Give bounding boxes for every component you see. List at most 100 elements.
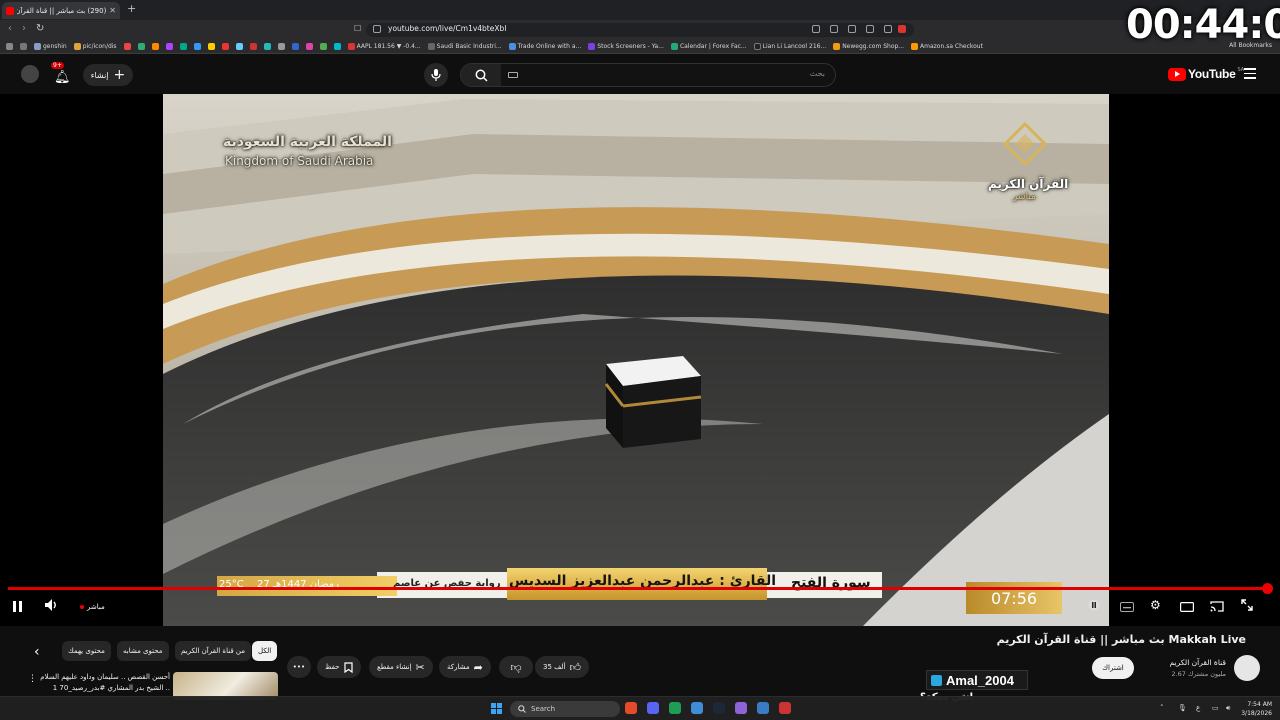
back-icon[interactable]: ‹ [8,23,12,34]
suggested-video-title[interactable]: أحسن القصص .. سليمان وداود عليهم السلام … [36,672,170,696]
bookmark-item[interactable] [165,43,173,50]
subscribe-button[interactable]: اشتراك [1092,657,1134,679]
search-input[interactable]: بحث [810,69,825,78]
channel-name[interactable]: قناة القرآن الكريم [1170,658,1226,667]
app-icon[interactable] [669,702,681,714]
live-indicator[interactable]: مباشر [80,603,105,611]
translate-icon[interactable] [830,25,838,33]
close-tab-icon[interactable]: ✕ [109,6,116,15]
share-button[interactable]: مشاركة ➦ [439,656,491,678]
create-button[interactable]: إنشاء + [83,64,133,86]
clip-button[interactable]: إنشاء مقطع ✂︎ [369,656,433,678]
bookmark-item[interactable] [305,43,313,50]
language-tray-icon[interactable]: ع [1196,704,1200,712]
bookmark-item[interactable]: Stock Screeners - Ya... [588,43,664,50]
channel-avatar[interactable] [1234,655,1260,681]
apps-icon[interactable] [6,43,13,50]
bookmark-item[interactable] [249,43,257,50]
fullscreen-icon[interactable] [1241,599,1253,614]
bookmark-item[interactable] [137,43,145,50]
settings-gear-icon[interactable]: ⚙︎ [1150,598,1161,612]
voice-search-button[interactable] [424,63,448,87]
new-tab-button[interactable]: + [127,2,136,15]
bookmark-item[interactable]: Saudi Basic Industri... [427,43,502,50]
chip-all[interactable]: الكل [252,641,278,661]
progress-bar[interactable] [8,583,1273,594]
address-bar[interactable]: youtube.com/live/Cm1v4bteXbI [366,23,914,37]
cast-icon[interactable] [848,25,856,33]
cast-icon[interactable] [1210,601,1224,615]
bookmark-item[interactable]: Newegg.com Shop... [833,43,904,50]
app-icon[interactable] [735,702,747,714]
taskbar-search[interactable]: Search [510,701,620,717]
microphone-tray-icon[interactable]: 🎙︎ [1178,704,1187,712]
volume-icon[interactable] [45,599,59,614]
url-text[interactable]: youtube.com/live/Cm1v4bteXbI [388,24,506,33]
bookmark-item[interactable]: AAPL 181.56 ▼ -0.4... [347,43,421,50]
bookmark-item[interactable] [333,43,341,50]
bookmark-item[interactable] [123,43,131,50]
bookmark-item[interactable] [179,43,187,50]
volume-tray-icon[interactable]: 🔊︎ [1226,704,1230,713]
chip-related[interactable]: محتوى مشابه [117,641,169,661]
bookmark-item[interactable]: Trade Online with a... [508,43,581,50]
subtitles-icon[interactable] [1120,601,1134,615]
browser-tab[interactable]: (290) بث مباشر || قناة القرآن الكريم ✕ [2,2,120,19]
notifications-button[interactable]: 🔔︎ 9+ [51,62,72,85]
zoom-icon[interactable] [866,25,874,33]
bookmark-item[interactable] [277,43,285,50]
discord-icon[interactable] [647,702,659,714]
bookmark-item[interactable]: genshin [34,43,67,50]
bookmark-item[interactable] [151,43,159,50]
bookmark-item[interactable] [319,43,327,50]
theater-mode-icon[interactable] [1180,601,1195,615]
save-label: حفظ [325,663,340,671]
video-frame[interactable]: المملكة العربية السعودية Kingdom of Saud… [163,94,1109,626]
search-button[interactable] [461,64,501,86]
more-actions-button[interactable]: ••• [287,656,311,678]
account-avatar[interactable] [21,65,39,83]
bookmark-item[interactable]: pic/icon/dis [73,43,117,50]
chip-from-channel[interactable]: من قناة القرآن الكريم [175,641,251,661]
like-button[interactable]: 35 ألف 👍︎ [535,656,589,678]
app-icon[interactable] [779,702,791,714]
steam-icon[interactable] [713,702,725,714]
pause-button[interactable] [13,601,25,615]
bookmark-star-icon[interactable]: ☐ [354,24,361,33]
extension-icon[interactable] [812,25,820,33]
search-box[interactable]: بحث [460,63,836,87]
bookmark-item[interactable] [235,43,243,50]
windows-start-icon[interactable] [491,703,502,714]
bookmark-item[interactable] [20,43,27,50]
bookmark-item[interactable] [291,43,299,50]
brave-shield-icon[interactable] [898,25,906,33]
save-button[interactable]: حفظ [317,656,361,678]
app-icon[interactable] [691,702,703,714]
forward-icon[interactable]: › [22,23,26,34]
bookmark-item[interactable]: Lian Li Lancool 216... [753,43,826,50]
hamburger-menu-icon[interactable] [1244,68,1256,82]
autoplay-toggle[interactable] [1088,599,1102,614]
bookmark-item[interactable]: Calendar | Forex Fac... [670,43,747,50]
bookmark-item[interactable] [193,43,201,50]
bookmark-item[interactable] [263,43,271,50]
app-icon[interactable] [757,702,769,714]
reload-icon[interactable]: ↻ [36,23,44,34]
taskbar-clock[interactable]: 7:54 AM 3/18/2026 [1241,700,1272,718]
dislike-button[interactable]: 👎︎ [499,656,533,678]
video-player[interactable]: المملكة العربية السعودية Kingdom of Saud… [0,94,1280,626]
keyboard-icon[interactable] [508,72,518,78]
bookmark-item[interactable]: Amazon.sa Checkout [911,43,983,50]
bookmark-item[interactable] [221,43,229,50]
bookmark-item[interactable] [207,43,215,50]
channel-logo-text: القرآن الكريم [988,177,1069,191]
tray-overflow-icon[interactable]: ˄ [1160,704,1164,712]
youtube-logo[interactable]: YouTube SA [1168,67,1244,81]
site-info-icon[interactable] [373,25,381,33]
network-tray-icon[interactable]: ▭ [1212,704,1219,712]
star-icon[interactable] [884,25,892,33]
chips-prev-icon[interactable]: ‹ [34,644,40,660]
brave-browser-icon[interactable] [625,702,637,714]
progress-scrubber[interactable] [1262,583,1273,594]
chip-for-you[interactable]: محتوى يهمك [62,641,111,661]
